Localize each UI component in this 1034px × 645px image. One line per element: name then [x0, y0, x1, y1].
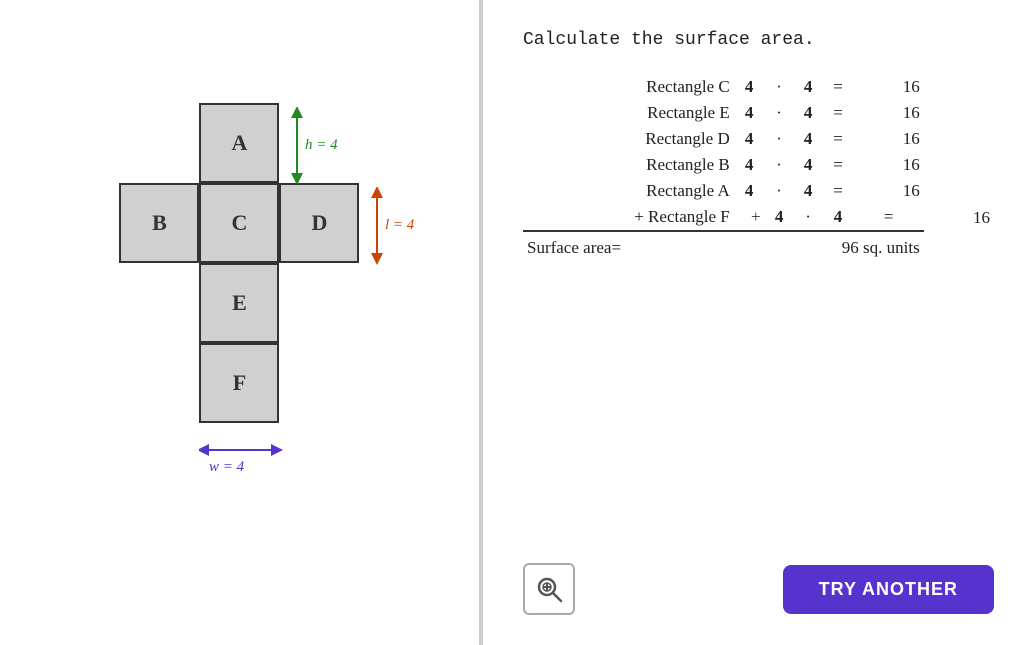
l-arrow: l = 4	[367, 187, 457, 267]
rect-b: B	[119, 183, 199, 263]
rect-e-label: E	[232, 290, 247, 316]
rect-e: E	[199, 263, 279, 343]
rect-c-label: C	[232, 210, 248, 236]
cross-net: A B C D E F	[119, 103, 359, 503]
diagram-container: A B C D E F	[59, 43, 419, 603]
left-panel: A B C D E F	[0, 0, 479, 645]
zoom-button[interactable]	[523, 563, 575, 615]
rect-f: F	[199, 343, 279, 423]
rect-c: C	[199, 183, 279, 263]
svg-text:w = 4: w = 4	[209, 459, 245, 475]
instruction-text: Calculate the surface area.	[523, 30, 994, 50]
table-row: Rectangle A 4 · 4 = 16	[523, 178, 994, 204]
rect-c-val1: 4	[734, 74, 765, 100]
table-row: + Rectangle F + 4 · 4 = 16	[523, 204, 994, 231]
rect-b-label: B	[152, 210, 167, 236]
rect-a: A	[199, 103, 279, 183]
surface-area-value: 96 sq. units	[734, 231, 924, 261]
h-arrow: h = 4	[287, 107, 367, 187]
surface-area-label: Surface area=	[523, 231, 734, 261]
try-another-button[interactable]: TRY ANOTHER	[783, 565, 994, 614]
rect-e-label: Rectangle E	[523, 100, 734, 126]
calculation-table: Rectangle C 4 · 4 = 16 Rectangle E 4 · 4…	[523, 74, 994, 261]
right-panel: Calculate the surface area. Rectangle C …	[481, 0, 1034, 645]
zoom-icon	[534, 574, 564, 604]
table-row: Rectangle C 4 · 4 = 16	[523, 74, 994, 100]
table-row: Rectangle B 4 · 4 = 16	[523, 152, 994, 178]
rect-d: D	[279, 183, 359, 263]
table-row: Rectangle D 4 · 4 = 16	[523, 126, 994, 152]
table-row: Rectangle E 4 · 4 = 16	[523, 100, 994, 126]
rect-c-result: 16	[853, 74, 923, 100]
rect-c-val2: 4	[794, 74, 823, 100]
surface-area-row: Surface area= 96 sq. units	[523, 231, 994, 261]
svg-text:l = 4: l = 4	[385, 217, 415, 233]
w-arrow: w = 4	[199, 435, 283, 485]
bottom-bar: TRY ANOTHER	[523, 553, 994, 615]
rect-d-label: D	[312, 210, 328, 236]
rect-f-label: F	[233, 370, 246, 396]
svg-text:h = 4: h = 4	[305, 137, 338, 153]
rect-c-label: Rectangle C	[523, 74, 734, 100]
rect-a-label: A	[232, 130, 248, 156]
